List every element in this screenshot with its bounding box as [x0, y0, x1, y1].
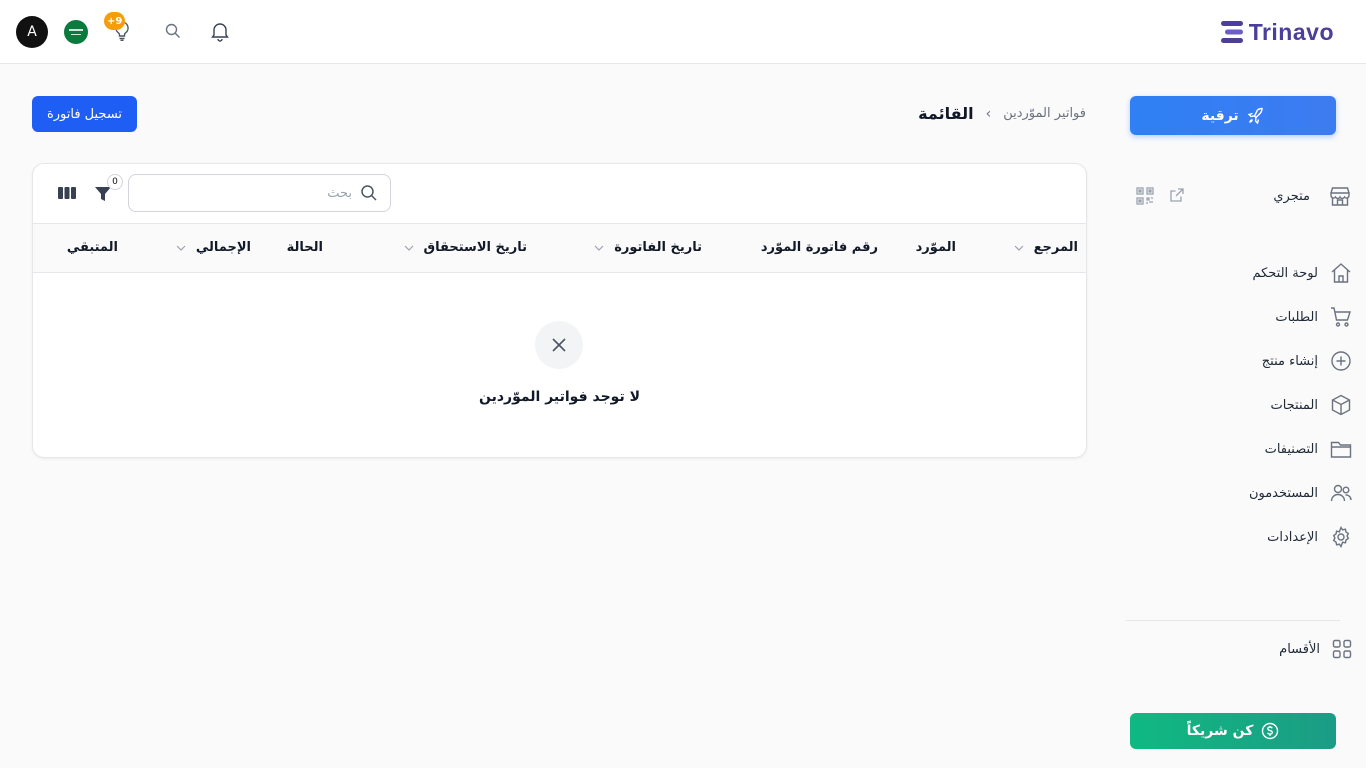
column-header-label: رقم فاتورة الموّرد	[760, 240, 878, 255]
become-partner-button[interactable]: كن شريكاً	[1130, 713, 1336, 749]
qr-code-icon[interactable]	[1136, 187, 1154, 205]
tips-button[interactable]: +9	[104, 12, 136, 46]
column-header-status: الحالة	[287, 240, 323, 255]
sidebar-item-products[interactable]: المنتجات	[1126, 383, 1366, 427]
column-header-label: تاريخ الفاتورة	[614, 240, 702, 255]
column-header-remaining: المتبقي	[67, 240, 118, 255]
sidebar-item-settings[interactable]: الإعدادات	[1126, 515, 1366, 559]
sidebar-item-sections[interactable]: الأقسام	[1126, 633, 1366, 665]
column-header-label: المتبقي	[66, 240, 118, 255]
sidebar-item-label: المستخدمون	[1248, 485, 1318, 501]
invoices-table-card: 0 المرجع الموّرد رقم فاتورة الموّرد تاري…	[32, 163, 1087, 458]
brand-logo[interactable]: Trinavo	[1220, 16, 1334, 48]
sidebar-item-label: إنشاء منتج	[1261, 353, 1318, 369]
trinavo-logo-icon	[1220, 21, 1243, 43]
column-header-invoice-date[interactable]: تاريخ الفاتورة	[594, 240, 702, 255]
my-store-label: متجري	[1273, 189, 1310, 204]
sidebar-item-dashboard[interactable]: لوحة التحكم	[1126, 251, 1366, 295]
my-store-row[interactable]: متجري	[1126, 180, 1366, 212]
filter-count-badge: 0	[107, 174, 123, 190]
top-bar: A +9 Trinavo	[0, 0, 1366, 64]
column-header-label: الحالة	[286, 240, 323, 255]
sidebar: ترقية متجري لوحة التحكم الطلبات إنشاء من…	[1126, 65, 1366, 768]
column-header-label: تاريخ الاستحقاق	[423, 240, 527, 255]
grid-icon	[1332, 639, 1352, 659]
table-toolbar: 0	[33, 164, 1086, 224]
home-icon	[1331, 263, 1351, 283]
column-header-label: الإجمالي	[195, 240, 251, 255]
table-search-box[interactable]	[128, 174, 391, 212]
chevron-down-icon	[594, 245, 604, 251]
column-header-reference[interactable]: المرجع	[1014, 240, 1078, 255]
column-header-supplier: الموّرد	[916, 240, 956, 255]
column-header-label: الموّرد	[915, 240, 956, 255]
sidebar-nav: لوحة التحكم الطلبات إنشاء منتج المنتجات …	[1126, 251, 1366, 559]
search-input[interactable]	[152, 185, 352, 201]
column-header-label: المرجع	[1033, 240, 1078, 255]
page-title: القائمة	[918, 104, 974, 123]
chevron-down-icon	[404, 245, 413, 251]
sidebar-item-create-product[interactable]: إنشاء منتج	[1126, 339, 1366, 383]
columns-icon[interactable]	[57, 184, 77, 202]
gear-icon	[1332, 526, 1350, 548]
upgrade-label: ترقية	[1201, 107, 1239, 124]
box-icon	[1331, 394, 1351, 416]
breadcrumb: فواتير الموّردين › القائمة	[918, 104, 1086, 123]
external-link-icon[interactable]	[1170, 188, 1184, 202]
search-icon	[361, 185, 377, 201]
chevron-down-icon	[1014, 245, 1024, 251]
column-header-total[interactable]: الإجمالي	[176, 240, 251, 255]
saudi-flag-icon[interactable]	[64, 20, 88, 44]
sidebar-item-users[interactable]: المستخدمون	[1126, 471, 1366, 515]
breadcrumb-chevron-icon: ›	[985, 105, 992, 122]
sidebar-item-orders[interactable]: الطلبات	[1126, 295, 1366, 339]
dollar-circle-icon	[1262, 722, 1279, 740]
page-header: تسجيل فاتورة فواتير الموّردين › القائمة	[32, 96, 1086, 132]
bell-icon[interactable]	[209, 20, 231, 42]
sidebar-item-label: المنتجات	[1270, 397, 1318, 413]
tips-count-badge: +9	[104, 12, 126, 30]
folder-icon	[1330, 441, 1352, 458]
search-icon[interactable]	[165, 23, 181, 39]
empty-state-message: لا توجد فواتير الموّردين	[479, 389, 640, 405]
users-icon	[1330, 484, 1352, 502]
sidebar-item-label: الأقسام	[1279, 641, 1320, 657]
sidebar-item-label: الطلبات	[1275, 309, 1318, 325]
sidebar-divider	[1126, 620, 1340, 621]
column-header-supplier-invoice-number: رقم فاتورة الموّرد	[761, 240, 878, 255]
sidebar-item-label: التصنيفات	[1264, 441, 1318, 457]
brand-name: Trinavo	[1248, 18, 1334, 45]
chevron-down-icon	[176, 245, 186, 251]
rocket-icon	[1247, 107, 1263, 124]
filter-button[interactable]: 0	[93, 174, 123, 208]
user-avatar[interactable]: A	[16, 16, 48, 48]
upgrade-button[interactable]: ترقية	[1130, 96, 1336, 135]
sidebar-item-label: لوحة التحكم	[1252, 265, 1318, 281]
sidebar-item-label: الإعدادات	[1267, 529, 1318, 545]
table-header: المرجع الموّرد رقم فاتورة الموّرد تاريخ …	[33, 224, 1086, 273]
become-partner-label: كن شريكاً	[1186, 723, 1254, 739]
empty-state-icon	[535, 321, 583, 369]
store-icon	[1330, 187, 1350, 206]
sidebar-item-categories[interactable]: التصنيفات	[1126, 427, 1366, 471]
breadcrumb-parent-link[interactable]: فواتير الموّردين	[1003, 106, 1086, 121]
cart-icon	[1331, 307, 1351, 327]
plus-circle-icon	[1331, 351, 1351, 371]
column-header-due-date[interactable]: تاريخ الاستحقاق	[404, 240, 527, 255]
register-invoice-button[interactable]: تسجيل فاتورة	[32, 96, 137, 132]
close-icon	[552, 338, 566, 352]
